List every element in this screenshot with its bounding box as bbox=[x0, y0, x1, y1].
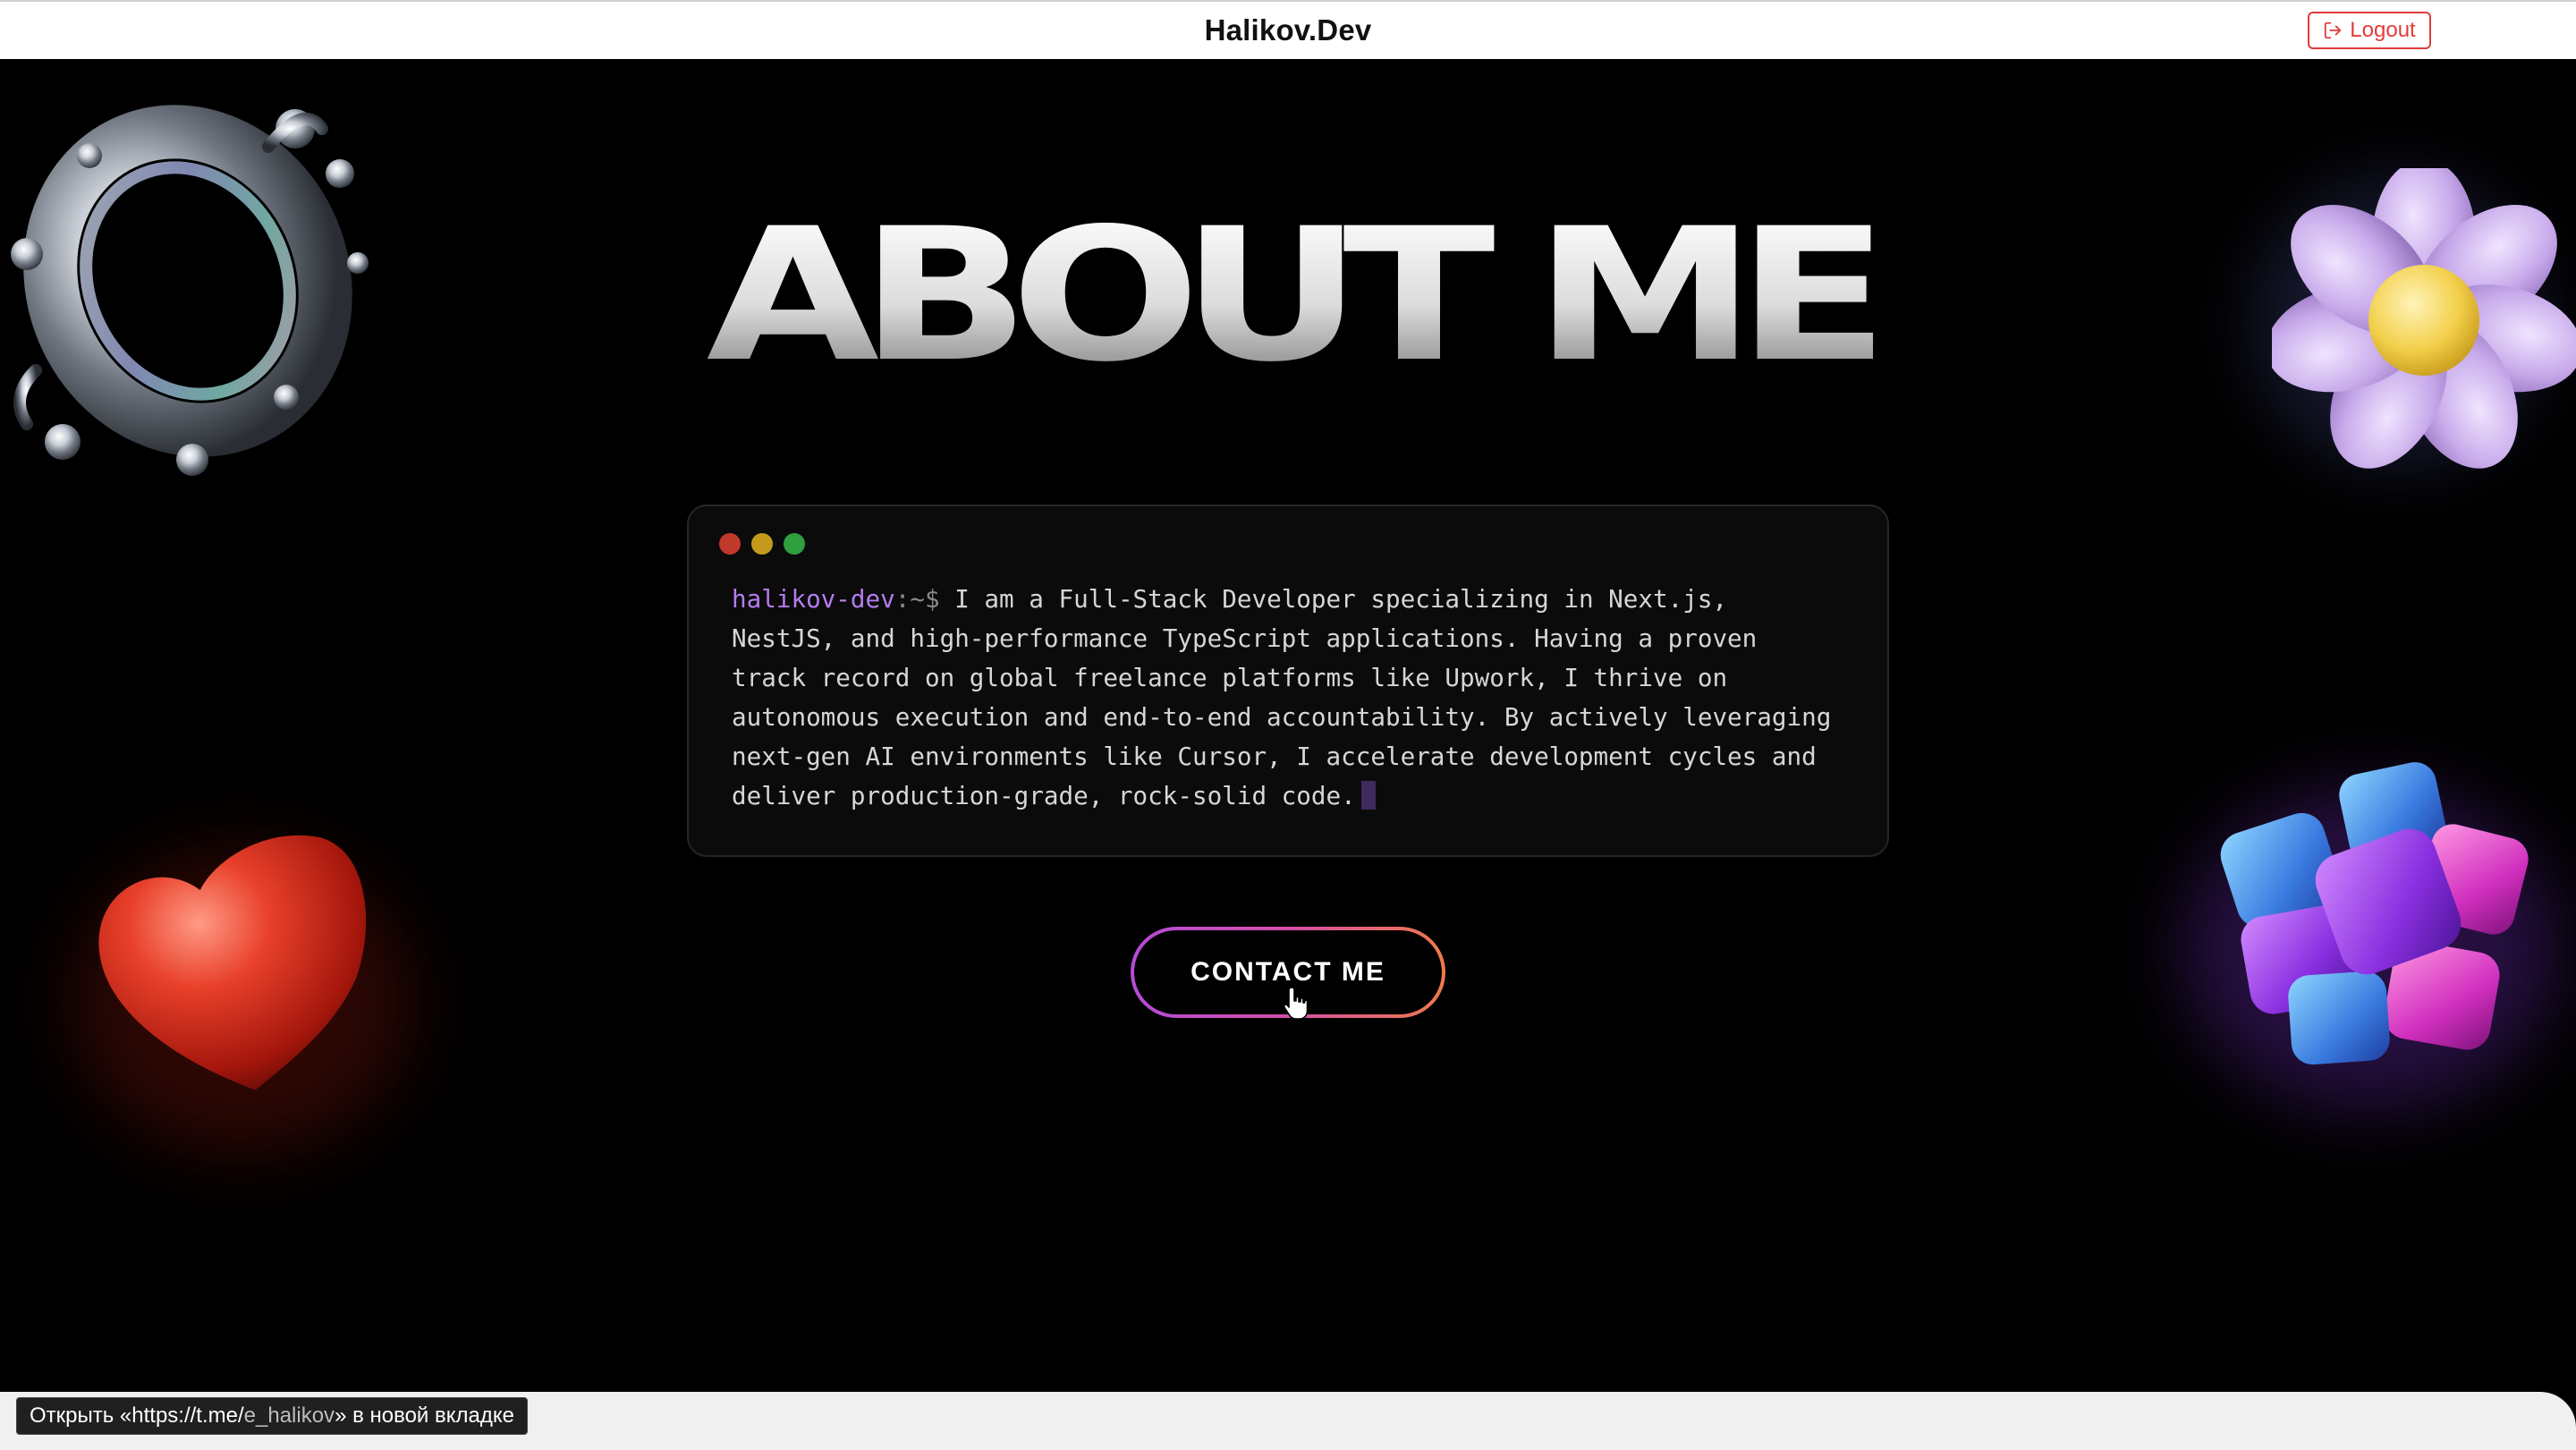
status-prefix: Открыть «https://t.me/ bbox=[30, 1403, 244, 1428]
terminal-card: halikov-dev:~$ I am a Full-Stack Develop… bbox=[687, 505, 1889, 857]
logout-button[interactable]: Logout bbox=[2308, 12, 2431, 49]
terminal-text: halikov-dev:~$ I am a Full-Stack Develop… bbox=[732, 580, 1859, 816]
hand-pointer-cursor-icon bbox=[1283, 987, 1309, 1020]
terminal-bio-text: I am a Full-Stack Developer specializing… bbox=[732, 584, 1832, 810]
logout-label: Logout bbox=[2350, 18, 2416, 42]
terminal-prompt-user: halikov-dev bbox=[732, 584, 895, 614]
status-suffix: » в новой вкладке bbox=[335, 1403, 514, 1428]
terminal-cursor bbox=[1360, 781, 1376, 810]
window-minimize-dot bbox=[751, 533, 773, 555]
status-handle: e_halikov bbox=[243, 1403, 335, 1428]
page: Halikov.Dev Logout ABOUT ME halikov-dev:… bbox=[0, 0, 2576, 1450]
brand-logo[interactable]: Halikov.Dev bbox=[0, 2, 2576, 59]
window-close-dot bbox=[719, 533, 741, 555]
link-status-tooltip: Открыть «https://t.me/e_halikov» в новой… bbox=[16, 1397, 528, 1435]
heart-decoration bbox=[98, 835, 367, 1090]
cube-cluster-decoration bbox=[2220, 762, 2529, 1065]
page-title: ABOUT ME bbox=[0, 204, 2576, 387]
window-maximize-dot bbox=[784, 533, 805, 555]
top-navbar: Halikov.Dev Logout bbox=[0, 0, 2576, 59]
logout-icon bbox=[2325, 21, 2342, 39]
terminal-prompt-symbol: :~$ bbox=[894, 584, 940, 614]
